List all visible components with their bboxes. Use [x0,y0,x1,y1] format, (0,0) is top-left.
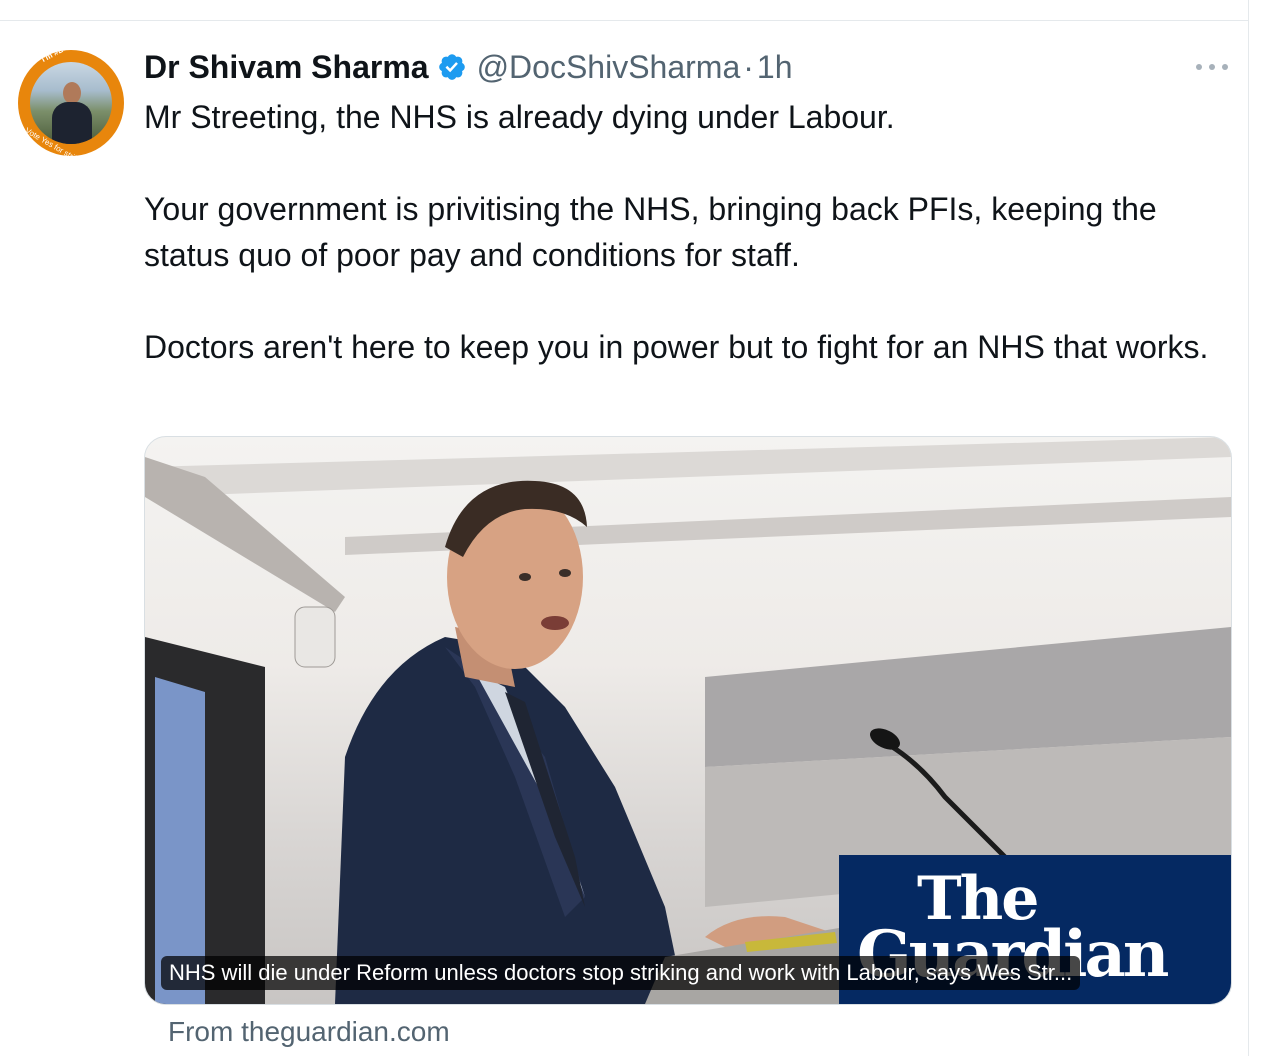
person-mouth [541,616,569,630]
tweet-paragraph: Doctors aren't here to keep you in power… [144,329,1209,365]
card-headline[interactable]: NHS will die under Reform unless doctors… [161,956,1081,990]
right-divider [1248,0,1249,1056]
author-name[interactable]: Dr Shivam Sharma [144,46,429,88]
avatar-photo [30,62,112,144]
avatar-person-body [52,102,92,144]
person-eye [519,573,531,581]
more-options-icon[interactable] [1196,56,1228,78]
card-source-link[interactable]: From theguardian.com [168,1012,450,1052]
tweet-paragraph: Your government is privitising the NHS, … [144,191,1157,273]
tweet-timestamp[interactable]: 1h [757,46,793,88]
tweet-frame: I'm #BMABallotReady Vote Yes for strike … [0,0,1278,1056]
link-preview-card[interactable]: The Guardian NHS will die under Reform u… [144,436,1232,1005]
author-handle[interactable]: @DocShivSharma [477,46,741,88]
header-separator: · [743,49,754,85]
spotlight [294,606,336,668]
person-eye [559,569,571,577]
more-dot [1209,64,1215,70]
screen-glow [155,677,205,1004]
more-dot [1222,64,1228,70]
avatar[interactable]: I'm #BMABallotReady Vote Yes for strike … [18,50,124,156]
avatar-person-head [63,82,81,104]
more-dot [1196,64,1202,70]
ceiling-beam [145,437,1231,497]
tweet-text: Mr Streeting, the NHS is already dying u… [144,94,1234,370]
person-suit [335,637,685,1004]
top-divider [0,20,1248,21]
verified-badge-icon[interactable] [437,52,467,82]
tweet-header: Dr Shivam Sharma @DocShivSharma · 1h [144,46,793,88]
tweet-paragraph: Mr Streeting, the NHS is already dying u… [144,99,895,135]
